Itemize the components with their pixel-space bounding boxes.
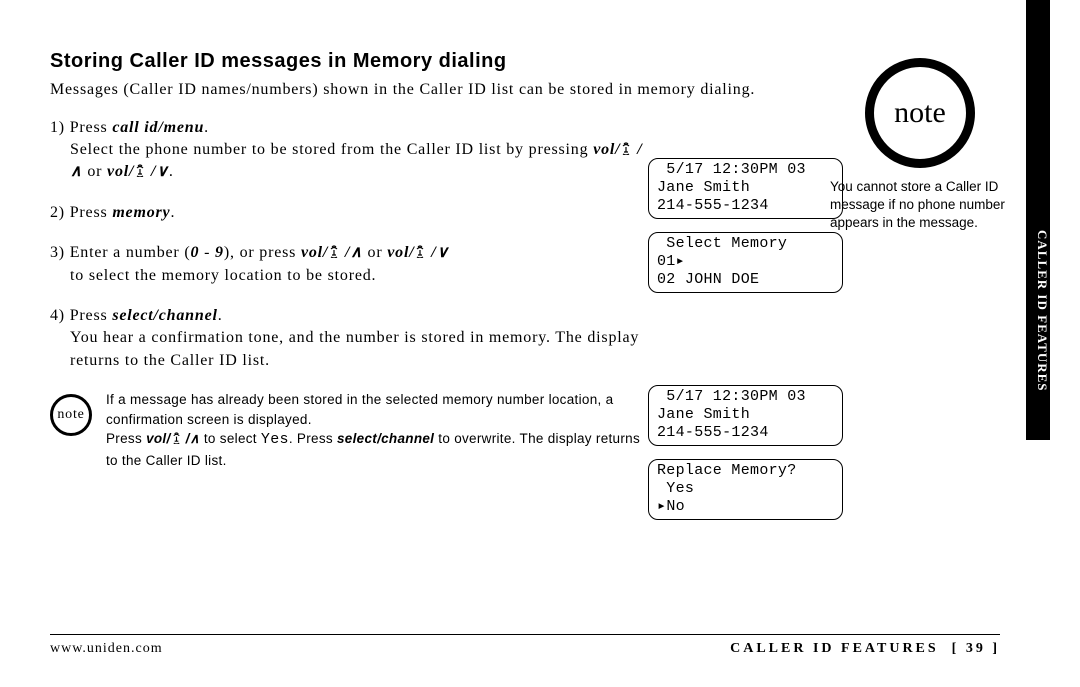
- step-detail: You hear a confirmation tone, and the nu…: [50, 327, 650, 372]
- text: Press: [106, 431, 146, 446]
- digit: 9: [215, 244, 224, 261]
- step-2: 2) Press memory.: [50, 202, 650, 224]
- down-icon: ∨: [437, 242, 450, 264]
- lcd-display-4: Replace Memory? Yes ▸No: [648, 459, 843, 520]
- text: . Press: [289, 431, 337, 446]
- step-4: 4) Press select/channel. You hear a conf…: [50, 305, 650, 372]
- footer-url: www.uniden.com: [50, 641, 163, 657]
- ring-icon: [620, 142, 632, 155]
- text: If a message has already been stored in …: [106, 392, 613, 427]
- steps-list: 1) Press call id/menu. Select the phone …: [50, 117, 650, 471]
- page-footer: www.uniden.com CALLER ID FEATURES [ 39 ]: [50, 634, 1000, 657]
- lcd-display-1: 5/17 12:30PM 03 Jane Smith 214-555-1234: [648, 158, 843, 219]
- key-label: select/channel: [337, 431, 434, 446]
- ring-icon: [328, 245, 340, 258]
- lcd-display-2: Select Memory 01▸ 02 JOHN DOE: [648, 232, 843, 293]
- punct: .: [218, 307, 223, 324]
- text: Select the phone number to be stored fro…: [70, 141, 593, 158]
- down-icon: ∨: [156, 161, 169, 183]
- key-label: select/channel: [112, 307, 217, 324]
- up-icon: ∧: [190, 429, 200, 449]
- step-detail: to select the memory location to be stor…: [50, 265, 650, 287]
- up-icon: ∧: [350, 242, 363, 264]
- key-label: vol/ /∨: [387, 244, 449, 261]
- key-label: vol/ /∧: [301, 244, 363, 261]
- step-1: 1) Press call id/menu. Select the phone …: [50, 117, 650, 184]
- text: or: [83, 163, 108, 180]
- punct: .: [170, 204, 175, 221]
- lcd-inline: Yes: [261, 431, 289, 448]
- inline-note: note If a message has already been store…: [50, 390, 650, 470]
- text: -: [199, 244, 215, 261]
- side-tab-label: CALLER ID FEATURES: [1026, 230, 1050, 392]
- ring-icon: [414, 245, 426, 258]
- text: ), or press: [224, 244, 301, 261]
- step-text: 1) Press: [50, 119, 112, 136]
- note-icon-small: note: [50, 394, 92, 436]
- lcd-display-3: 5/17 12:30PM 03 Jane Smith 214-555-1234: [648, 385, 843, 446]
- side-note-text: You cannot store a Caller ID message if …: [830, 178, 1010, 233]
- side-note: note You cannot store a Caller ID messag…: [830, 58, 1010, 233]
- punct: .: [169, 163, 174, 180]
- step-text: 4) Press: [50, 307, 112, 324]
- ring-icon: [171, 432, 182, 444]
- step-text: 3) Enter a number (: [50, 244, 190, 261]
- manual-page: CALLER ID FEATURES Storing Caller ID mes…: [0, 0, 1080, 687]
- text: to select: [200, 431, 261, 446]
- key-label: vol/ /∧: [146, 431, 200, 446]
- page-number: [ 39 ]: [952, 641, 1000, 656]
- section-name: CALLER ID FEATURES: [730, 641, 939, 656]
- up-icon: ∧: [70, 161, 83, 183]
- ring-icon: [134, 164, 146, 177]
- step-3: 3) Enter a number (0 - 9), or press vol/…: [50, 242, 650, 287]
- key-label: call id/menu: [112, 119, 204, 136]
- intro-text: Messages (Caller ID names/numbers) shown…: [50, 79, 820, 101]
- key-label: vol/ /∨: [107, 163, 169, 180]
- punct: .: [204, 119, 209, 136]
- note-icon-big: note: [865, 58, 975, 168]
- text: or: [363, 244, 388, 261]
- footer-section: CALLER ID FEATURES [ 39 ]: [730, 641, 1000, 657]
- step-detail: Select the phone number to be stored fro…: [50, 139, 650, 184]
- step-text: 2) Press: [50, 204, 112, 221]
- inline-note-text: If a message has already been stored in …: [106, 390, 650, 470]
- digit: 0: [190, 244, 199, 261]
- key-label: memory: [112, 204, 170, 221]
